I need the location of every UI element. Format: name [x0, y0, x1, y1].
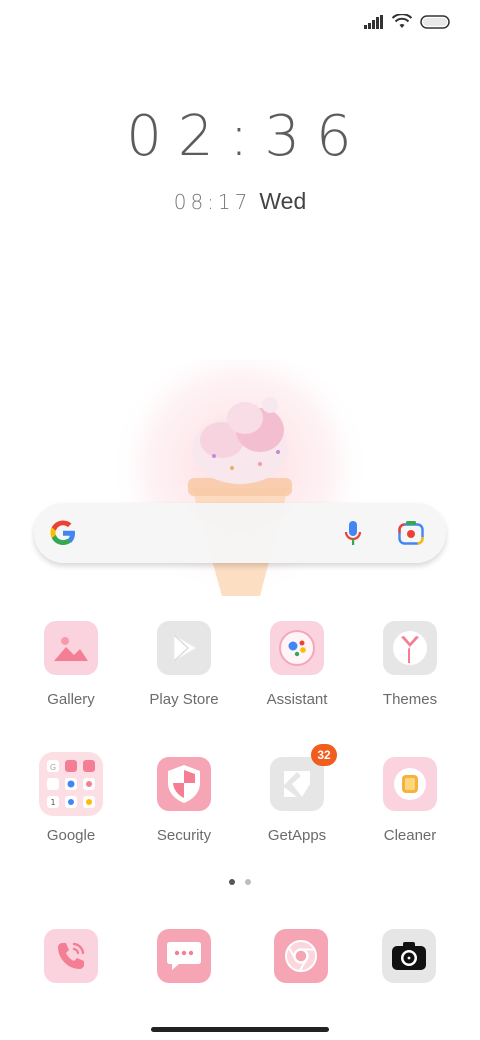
dock-camera[interactable]: [382, 929, 436, 983]
chrome-icon: [274, 929, 328, 983]
app-getapps[interactable]: 32 GetApps: [242, 744, 352, 844]
google-folder-icon: G 1: [39, 752, 103, 816]
google-search-bar[interactable]: [34, 503, 446, 563]
page-dot[interactable]: [245, 879, 251, 885]
app-label: Cleaner: [383, 827, 437, 844]
wifi-icon: [392, 14, 412, 28]
cleaner-icon: [383, 757, 437, 811]
app-themes[interactable]: Themes: [355, 621, 465, 708]
app-gallery[interactable]: Gallery: [16, 621, 126, 708]
home-indicator[interactable]: [151, 1027, 329, 1032]
themes-icon: [383, 621, 437, 675]
lock-clock[interactable]: 02:36: [0, 104, 480, 169]
wallpaper-ice-cream: [110, 360, 370, 610]
lens-icon[interactable]: [398, 521, 424, 545]
camera-icon: [382, 929, 436, 983]
signal-icon: [364, 14, 383, 29]
date-line: 08:17 Wed: [0, 188, 480, 215]
svg-text:1: 1: [50, 798, 55, 807]
messages-icon: [157, 929, 211, 983]
dock-phone[interactable]: [44, 929, 98, 983]
google-g-icon: [50, 520, 75, 545]
dock-messages[interactable]: [157, 929, 211, 983]
assistant-icon: [270, 621, 324, 675]
getapps-icon: 32: [270, 744, 337, 811]
play-store-icon: [157, 621, 211, 675]
app-play-store[interactable]: Play Store: [129, 621, 239, 708]
app-label: Assistant: [266, 691, 328, 708]
notification-badge: 32: [311, 744, 337, 766]
gallery-icon: [44, 621, 98, 675]
app-label: Themes: [382, 691, 438, 708]
security-icon: [157, 757, 211, 811]
app-label: GetApps: [267, 827, 327, 844]
app-security[interactable]: Security: [129, 757, 239, 844]
page-indicator[interactable]: [0, 879, 480, 885]
secondary-time: 08:17: [173, 190, 252, 214]
battery-icon: [420, 14, 450, 29]
phone-icon: [44, 929, 98, 983]
app-google-folder[interactable]: G 1 Google: [16, 752, 126, 844]
weekday: Wed: [259, 188, 307, 214]
svg-text:G: G: [50, 763, 56, 772]
app-cleaner[interactable]: Cleaner: [355, 757, 465, 844]
app-label: Google: [46, 827, 96, 844]
app-label: Security: [156, 827, 212, 844]
status-bar: [364, 14, 450, 29]
app-assistant[interactable]: Assistant: [242, 621, 352, 708]
page-dot-active[interactable]: [229, 879, 235, 885]
app-label: Play Store: [149, 691, 219, 708]
app-label: Gallery: [47, 691, 95, 708]
mic-icon[interactable]: [344, 520, 362, 546]
dock-chrome[interactable]: [274, 929, 328, 983]
